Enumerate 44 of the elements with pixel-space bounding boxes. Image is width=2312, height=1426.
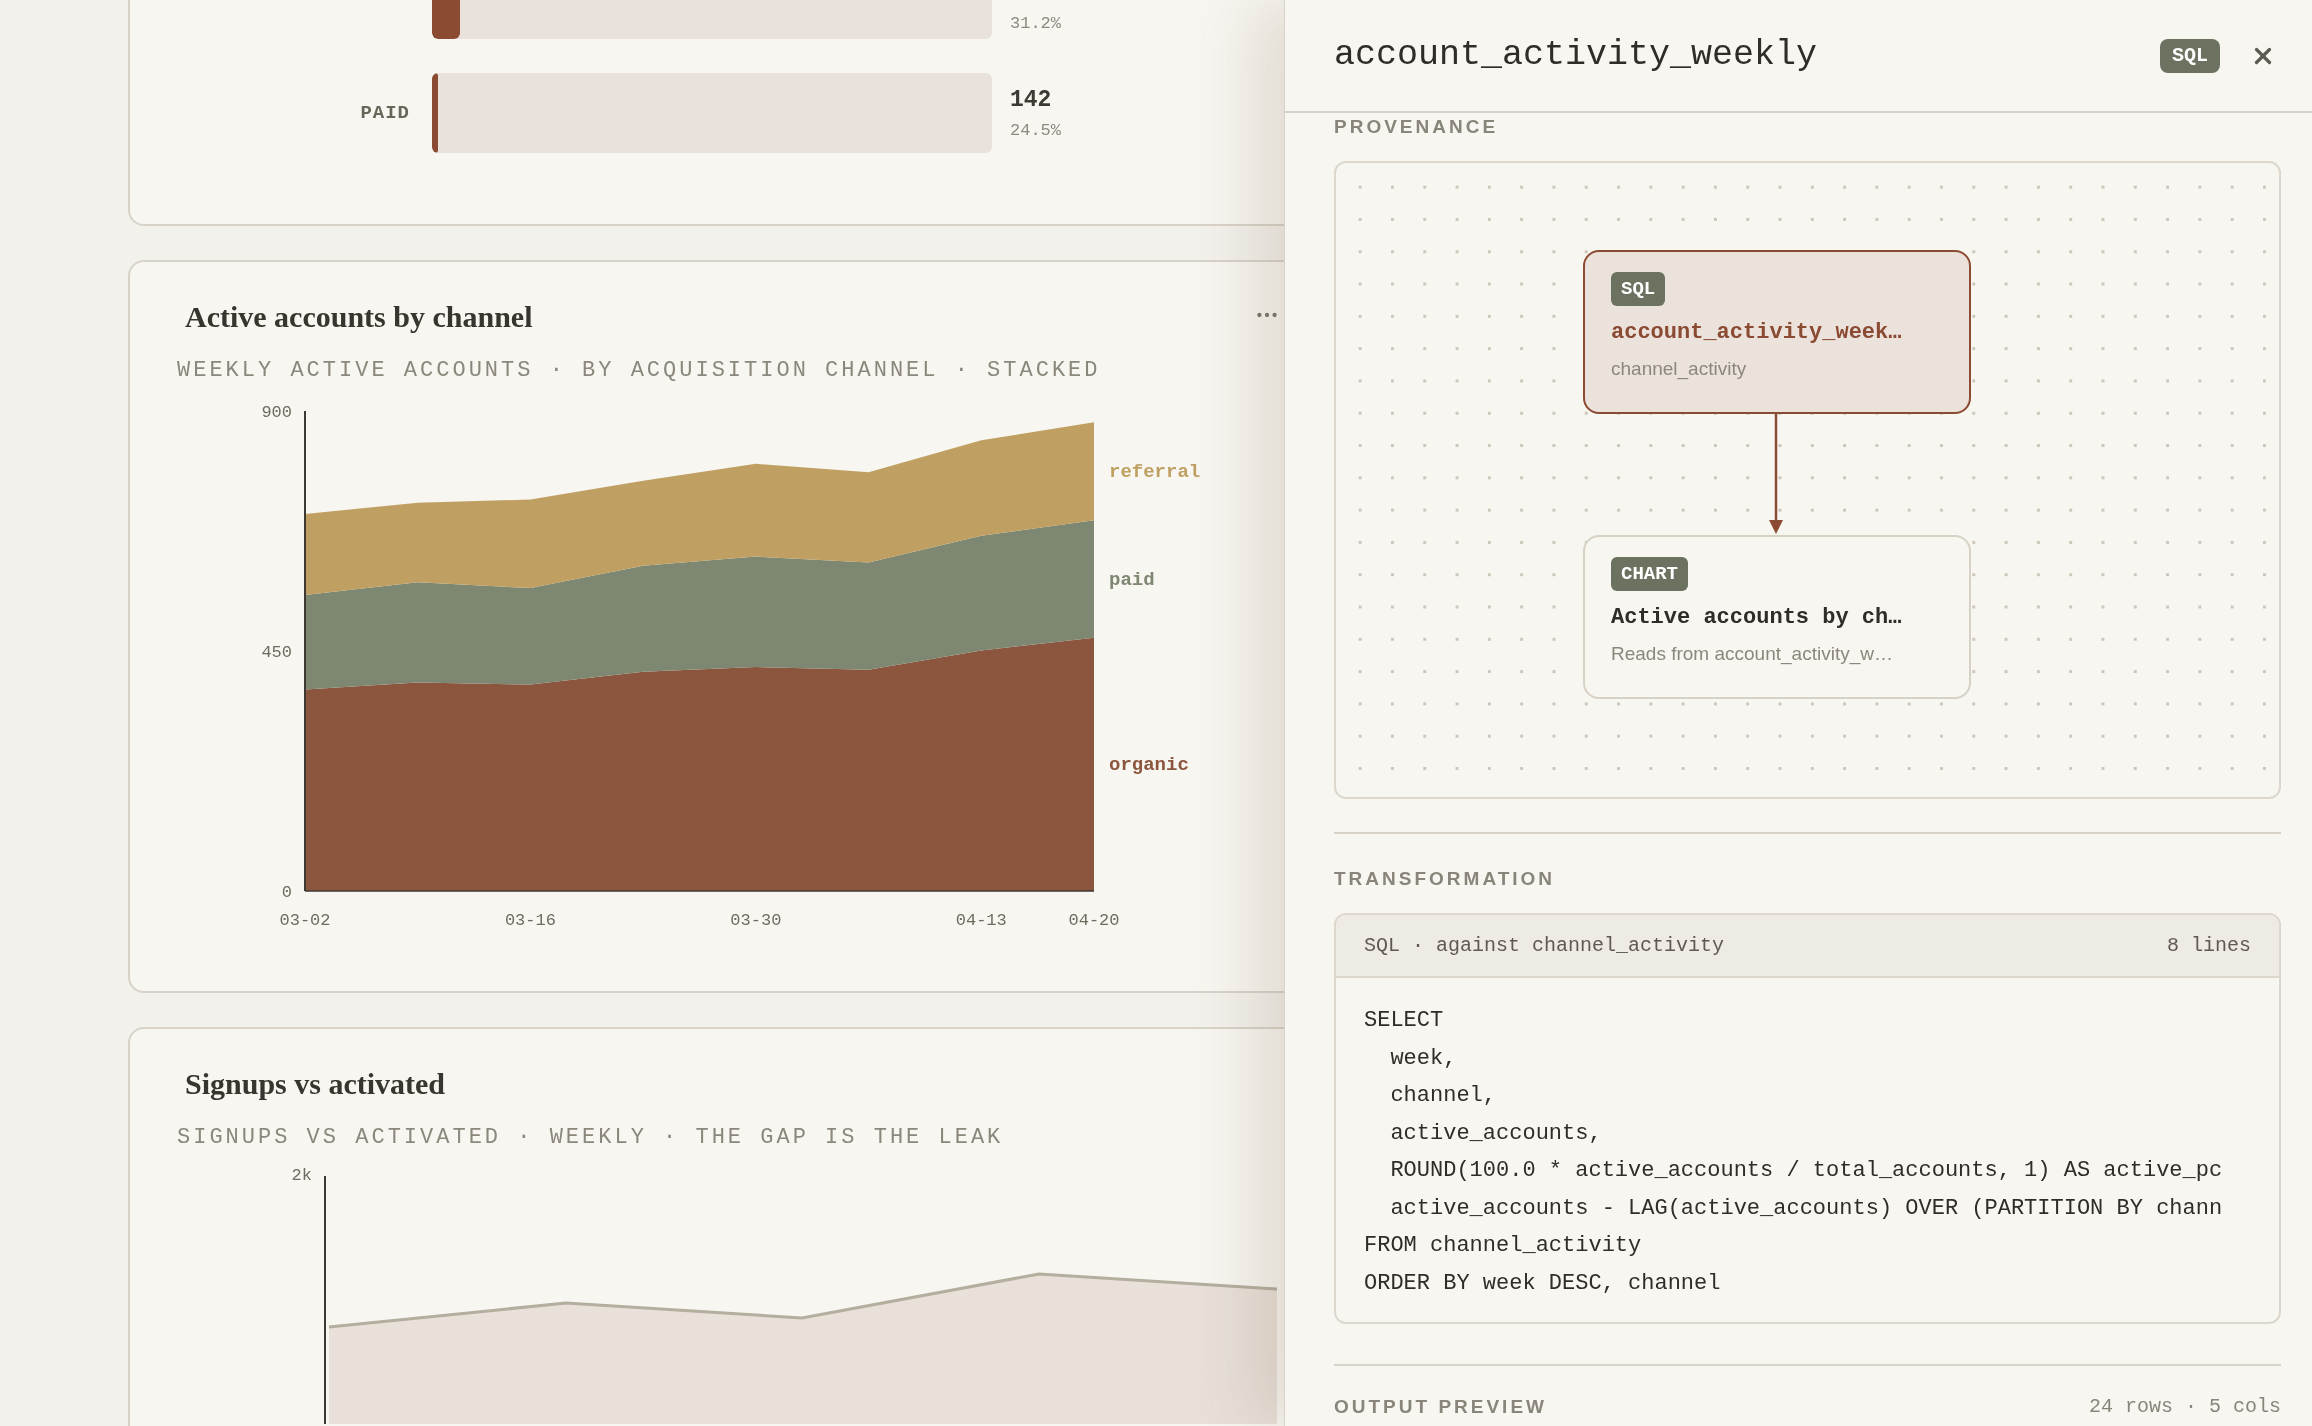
node-title: account_activity_week… [1611, 319, 1902, 347]
x-tick-label: 04-13 [955, 911, 1007, 930]
code-line: active_accounts - LAG(active_accounts) OVER (PARTITION BY chann [1389, 1194, 2223, 1223]
node-badge: SQL [1611, 272, 1666, 306]
series-label: referral [1109, 461, 1201, 484]
code-line: FROM channel_activity [1364, 1232, 1642, 1260]
node-title: Active accounts by ch… [1611, 604, 1902, 632]
row-count: 24 rows · 5 cols [2088, 1394, 2281, 1420]
node-subtitle: Reads from account_activity_w… [1611, 642, 1893, 667]
card-subtitle: SIGNUPS VS ACTIVATED · WEEKLY · THE GAP IS THE LEAK [177, 1125, 1004, 1150]
panel-title: account_activity_weekly [1334, 34, 1819, 78]
code-line: channel, [1389, 1082, 1497, 1110]
x-tick-label: 03-02 [279, 911, 331, 930]
type-badge: SQL [2160, 38, 2220, 73]
section-heading: TRANSFORMATION [1334, 867, 1557, 891]
node-badge: CHART [1611, 557, 1688, 591]
code-line: ORDER BY week DESC, channel [1364, 1269, 1721, 1298]
code-line: week, [1389, 1044, 1457, 1073]
funnel-count: 142 [1010, 89, 1053, 112]
provenance-node[interactable]: CHART Active accounts by ch… Reads from account_activity_w… [1583, 535, 1971, 699]
x-tick-label: 03-30 [730, 911, 782, 930]
code-line: ROUND(100.0 * active_accounts / total_accounts, 1) AS active_pc [1389, 1157, 2223, 1185]
funnel-percent: 24.5% [1010, 120, 1061, 142]
section-heading: OUTPUT PREVIEW [1334, 1395, 1547, 1419]
y-tick-label: 2k [291, 1166, 312, 1185]
funnel-percent: 31.2% [1010, 13, 1061, 35]
series-label: paid [1109, 569, 1155, 591]
x-tick-label: 03-16 [504, 911, 556, 930]
card-subtitle: WEEKLY ACTIVE ACCOUNTS · BY ACQUISITION CHANNEL · STACKED [177, 358, 1101, 383]
line-count: 8 lines [2167, 932, 2251, 959]
code-source: SQL · against channel_activity [1364, 932, 1725, 959]
y-tick-label: 450 [261, 643, 292, 662]
node-subtitle: channel_activity [1611, 357, 1747, 382]
card-title: Active accounts by channel [185, 299, 533, 335]
series-label: organic [1109, 754, 1189, 777]
y-tick-label: 900 [261, 403, 292, 422]
y-tick-label: 0 [281, 883, 292, 902]
code-line: active_accounts, [1389, 1119, 1602, 1148]
code-line: SELECT [1364, 1007, 1444, 1035]
card-title: Signups vs activated [185, 1066, 446, 1102]
section-heading: PROVENANCE [1334, 115, 1500, 139]
x-tick-label: 04-20 [1068, 911, 1120, 930]
provenance-node[interactable]: SQL account_activity_week… channel_activity [1583, 250, 1971, 414]
funnel-label: PAID [360, 100, 410, 126]
